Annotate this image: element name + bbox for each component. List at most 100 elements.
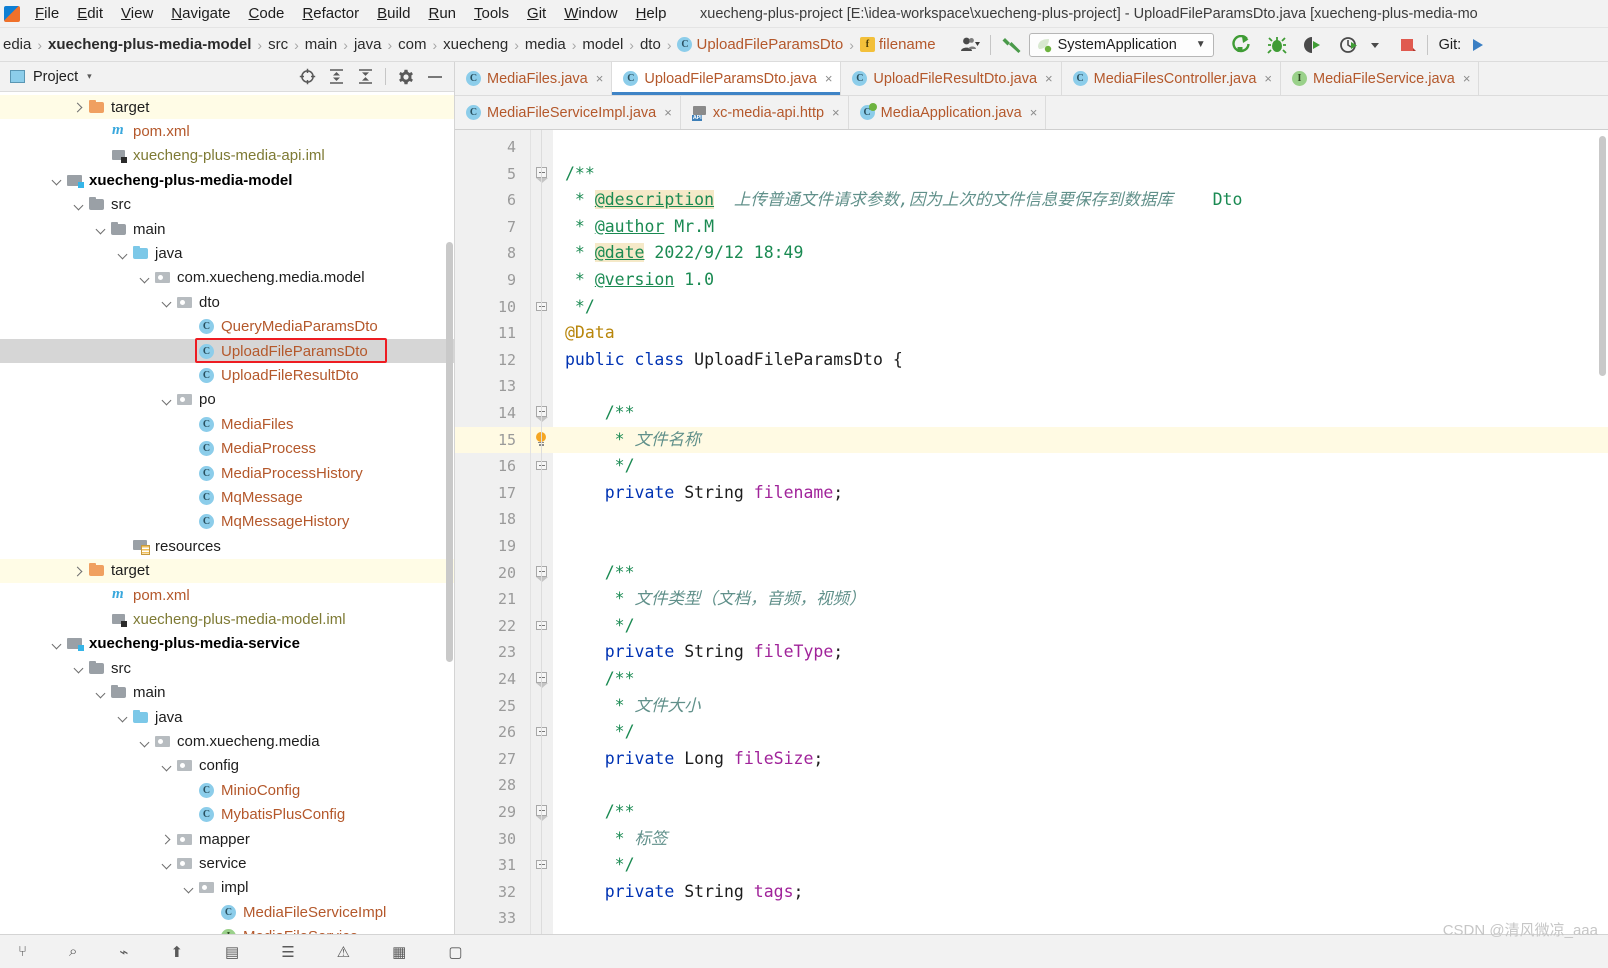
tree-item[interactable]: MinioConfig <box>0 778 454 802</box>
breadcrumb-item-java[interactable]: java <box>351 34 385 55</box>
sidebar-scrollbar[interactable] <box>446 242 453 662</box>
tree-item[interactable]: java <box>0 241 454 265</box>
run-configuration-selector[interactable]: SystemApplication ▼ <box>1028 32 1214 57</box>
editor-tab-mediafileservice-java[interactable]: MediaFileService.java × <box>1281 62 1480 95</box>
menu-item-tools[interactable]: Tools <box>465 2 518 25</box>
tree-item[interactable]: MediaFileService <box>0 925 454 934</box>
breadcrumb-item-media[interactable]: media <box>522 34 569 55</box>
locate-target-icon[interactable] <box>298 68 316 86</box>
tree-item[interactable]: MediaProcessHistory <box>0 461 454 485</box>
breadcrumb-item-main[interactable]: main <box>302 34 341 55</box>
tree-item[interactable]: MediaFiles <box>0 412 454 436</box>
tree-item[interactable]: mapper <box>0 827 454 851</box>
project-tree[interactable]: target pom.xml xuecheng-plus-media-api.iml… <box>0 92 454 934</box>
tree-item[interactable]: pom.xml <box>0 119 454 143</box>
tree-item[interactable]: target <box>0 95 454 120</box>
menu-item-window[interactable]: Window <box>555 2 626 25</box>
editor-tab-mediaapplication-java[interactable]: MediaApplication.java × <box>848 96 1047 129</box>
chevron-down-icon[interactable] <box>138 271 152 285</box>
chevron-down-icon[interactable] <box>138 735 152 749</box>
structure-icon[interactable]: ⌁ <box>119 943 128 961</box>
menu-item-file[interactable]: File <box>26 2 68 25</box>
expand-all-icon[interactable] <box>327 68 345 86</box>
editor-tab-uploadfileresultdto-java[interactable]: UploadFileResultDto.java × <box>841 62 1062 95</box>
collapse-all-icon[interactable] <box>356 68 374 86</box>
tree-item[interactable]: com.xuecheng.media <box>0 729 454 753</box>
tree-item[interactable]: dto <box>0 290 454 314</box>
editor-tab-mediafileserviceimpl-java[interactable]: MediaFileServiceImpl.java × <box>455 96 681 129</box>
code-content[interactable]: /** * @description 上传普通文件请求参数,因为上次的文件信息要… <box>553 130 1608 934</box>
chevron-down-icon[interactable] <box>50 173 64 187</box>
chevron-down-icon[interactable] <box>94 222 108 236</box>
git-branch-icon[interactable]: ⑂ <box>18 943 27 960</box>
tree-item[interactable]: MybatisPlusConfig <box>0 803 454 827</box>
tree-item[interactable]: target <box>0 558 454 583</box>
chevron-down-icon[interactable] <box>72 198 86 212</box>
problems-icon[interactable]: ⚠ <box>337 943 350 961</box>
hammer-build-icon[interactable] <box>998 32 1025 58</box>
menu-item-view[interactable]: View <box>112 2 162 25</box>
chevron-right-icon[interactable] <box>160 832 174 846</box>
menu-item-refactor[interactable]: Refactor <box>293 2 368 25</box>
editor-tab-mediafilescontroller-java[interactable]: MediaFilesController.java × <box>1061 62 1281 95</box>
menu-item-code[interactable]: Code <box>240 2 294 25</box>
tree-item[interactable]: MqMessageHistory <box>0 510 454 534</box>
commit-icon[interactable]: ⬆ <box>170 943 183 961</box>
chevron-right-icon[interactable] <box>72 100 86 114</box>
close-icon[interactable]: × <box>596 71 604 86</box>
hide-panel-icon[interactable] <box>426 68 444 86</box>
close-icon[interactable]: × <box>1030 105 1038 120</box>
tree-item[interactable]: UploadFileResultDto <box>0 363 454 387</box>
chevron-down-icon[interactable] <box>182 881 196 895</box>
chevron-right-icon[interactable] <box>72 564 86 578</box>
chevron-down-icon[interactable] <box>116 247 130 261</box>
tree-item[interactable]: src <box>0 656 454 680</box>
tree-item[interactable]: xuecheng-plus-media-api.iml <box>0 144 454 168</box>
tree-item[interactable]: java <box>0 705 454 729</box>
editor-tab-xc-media-api-http[interactable]: xc-media-api.http × <box>680 96 849 129</box>
search-icon[interactable]: ⌕ <box>69 943 77 960</box>
build-icon[interactable]: ▦ <box>392 943 406 961</box>
close-icon[interactable]: × <box>1463 71 1471 86</box>
tree-item[interactable]: xuecheng-plus-media-service <box>0 632 454 656</box>
chevron-down-icon[interactable] <box>160 393 174 407</box>
breadcrumb-item-src[interactable]: src <box>265 34 291 55</box>
menu-item-run[interactable]: Run <box>419 2 465 25</box>
chevron-down-icon[interactable] <box>1366 32 1384 58</box>
breadcrumb-item-uploadfileparamsdto[interactable]: C UploadFileParamsDto <box>674 34 846 55</box>
breadcrumb-item-dto[interactable]: dto <box>637 34 664 55</box>
tree-item[interactable]: impl <box>0 876 454 900</box>
chevron-down-icon[interactable] <box>116 710 130 724</box>
services-icon[interactable]: ☰ <box>281 943 294 961</box>
breadcrumb-item-com[interactable]: com <box>395 34 429 55</box>
tree-item[interactable]: xuecheng-plus-media-model.iml <box>0 607 454 631</box>
chevron-down-icon[interactable] <box>160 295 174 309</box>
menu-item-git[interactable]: Git <box>518 2 555 25</box>
chevron-down-icon[interactable] <box>160 857 174 871</box>
tree-item[interactable]: pom.xml <box>0 583 454 607</box>
tree-item[interactable]: main <box>0 681 454 705</box>
user-avatar-icon[interactable] <box>957 32 983 58</box>
tree-item[interactable]: po <box>0 388 454 412</box>
run-icon[interactable] <box>1228 32 1254 58</box>
chevron-down-icon[interactable] <box>72 661 86 675</box>
tree-item[interactable]: src <box>0 193 454 217</box>
close-icon[interactable]: × <box>832 105 840 120</box>
editor-tab-uploadfileparamsdto-java[interactable]: UploadFileParamsDto.java × <box>612 62 842 95</box>
chevron-down-icon[interactable]: ▾ <box>87 71 92 82</box>
breadcrumb-item-edia[interactable]: edia <box>0 34 34 55</box>
chevron-down-icon[interactable] <box>160 759 174 773</box>
git-update-icon[interactable] <box>1467 32 1489 58</box>
tree-item[interactable]: config <box>0 754 454 778</box>
tree-item[interactable]: MediaProcess <box>0 437 454 461</box>
menu-item-navigate[interactable]: Navigate <box>162 2 239 25</box>
todo-icon[interactable]: ▢ <box>448 943 462 961</box>
breadcrumb-item-model[interactable]: model <box>579 34 626 55</box>
terminal-icon[interactable]: ▤ <box>225 943 239 961</box>
tree-item-selected[interactable]: UploadFileParamsDto <box>0 339 454 364</box>
close-icon[interactable]: × <box>1045 71 1053 86</box>
menu-item-help[interactable]: Help <box>627 2 676 25</box>
gear-icon[interactable] <box>397 68 415 86</box>
chevron-down-icon[interactable]: ▼ <box>1196 39 1206 50</box>
menu-item-edit[interactable]: Edit <box>68 2 112 25</box>
